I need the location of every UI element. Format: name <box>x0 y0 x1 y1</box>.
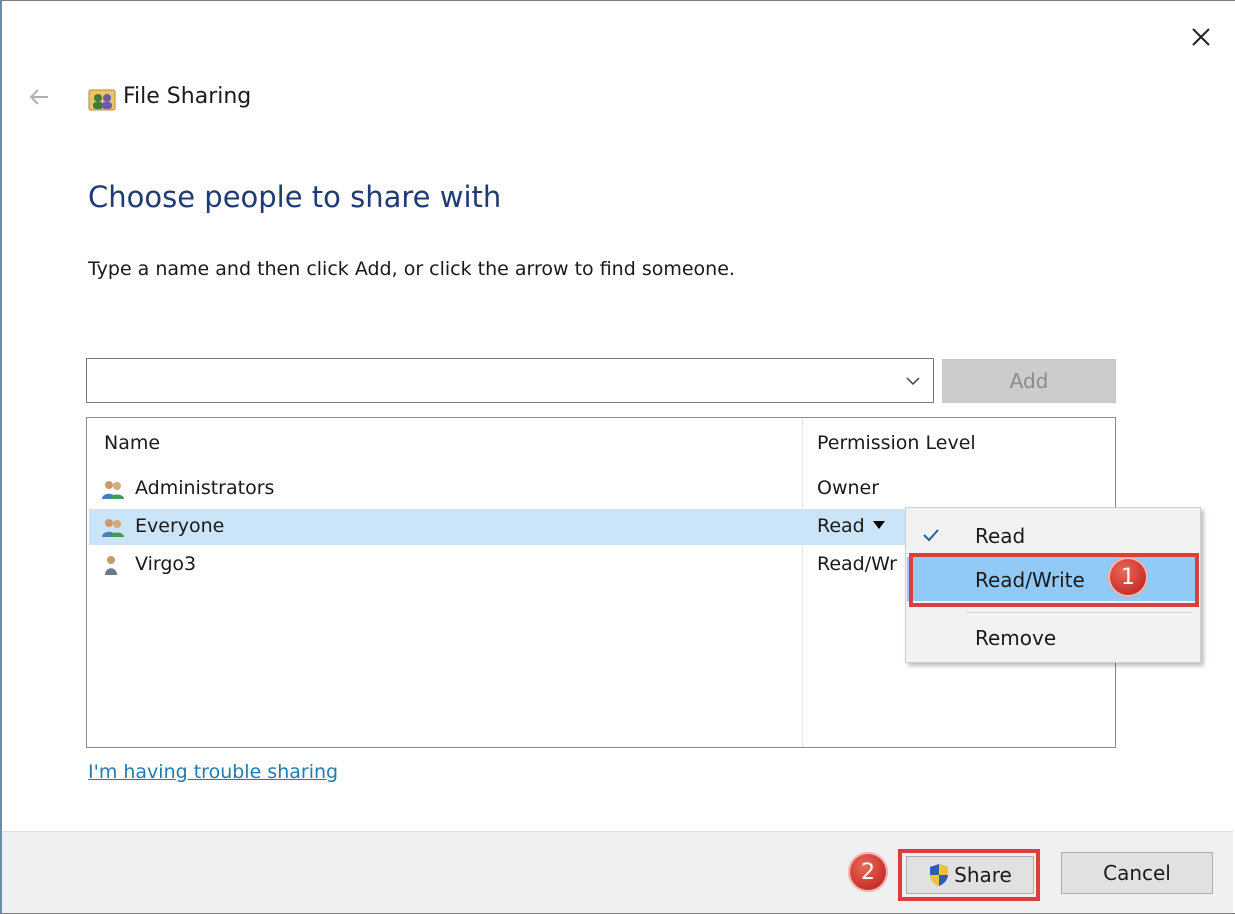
row-name: Everyone <box>135 515 225 537</box>
list-row-administrators[interactable]: Administrators Owner <box>89 471 1113 507</box>
close-icon <box>1192 28 1210 46</box>
row-permission: Read <box>817 515 865 537</box>
add-button[interactable]: Add <box>942 359 1116 403</box>
menu-separator <box>966 612 1192 613</box>
cancel-button[interactable]: Cancel <box>1061 852 1213 894</box>
name-combo-input[interactable] <box>86 358 934 403</box>
user-icon <box>101 554 125 576</box>
permission-menu: Read Read/Write Remove <box>905 507 1201 663</box>
row-permission: Read/Write <box>817 553 897 575</box>
row-name: Administrators <box>135 477 275 499</box>
share-label: Share <box>954 863 1012 887</box>
back-arrow-icon <box>29 89 48 105</box>
page-heading: Choose people to share with <box>88 180 502 214</box>
chevron-down-icon[interactable] <box>905 373 921 387</box>
permission-dropdown[interactable]: Read <box>817 515 885 537</box>
instruction-text: Type a name and then click Add, or click… <box>88 258 735 280</box>
checkmark-icon <box>921 526 941 544</box>
row-name: Virgo3 <box>135 553 197 575</box>
back-button[interactable] <box>26 84 52 110</box>
share-button[interactable]: Share <box>906 856 1034 894</box>
column-header-name[interactable]: Name <box>104 432 160 454</box>
user-group-icon <box>101 478 125 500</box>
row-permission: Owner <box>817 477 880 499</box>
window-title: File Sharing <box>123 84 252 109</box>
file-sharing-icon <box>88 86 116 112</box>
dialog-footer <box>2 831 1233 913</box>
trouble-sharing-link[interactable]: I'm having trouble sharing <box>88 761 338 783</box>
menu-item-label: Remove <box>975 626 1057 650</box>
dropdown-arrow-icon[interactable] <box>872 520 885 529</box>
menu-item-label: Read <box>975 524 1026 548</box>
menu-item-read-write[interactable]: Read/Write <box>907 557 1197 601</box>
menu-item-remove[interactable]: Remove <box>907 615 1197 659</box>
user-group-icon <box>101 516 125 538</box>
annotation-badge-2: 2 <box>848 852 888 892</box>
uac-shield-icon <box>930 864 949 886</box>
annotation-badge-1: 1 <box>1108 557 1148 597</box>
close-button[interactable] <box>1184 20 1218 54</box>
column-header-permission[interactable]: Permission Level <box>817 432 976 454</box>
menu-item-label: Read/Write <box>975 568 1085 592</box>
menu-item-read[interactable]: Read <box>907 513 1197 557</box>
